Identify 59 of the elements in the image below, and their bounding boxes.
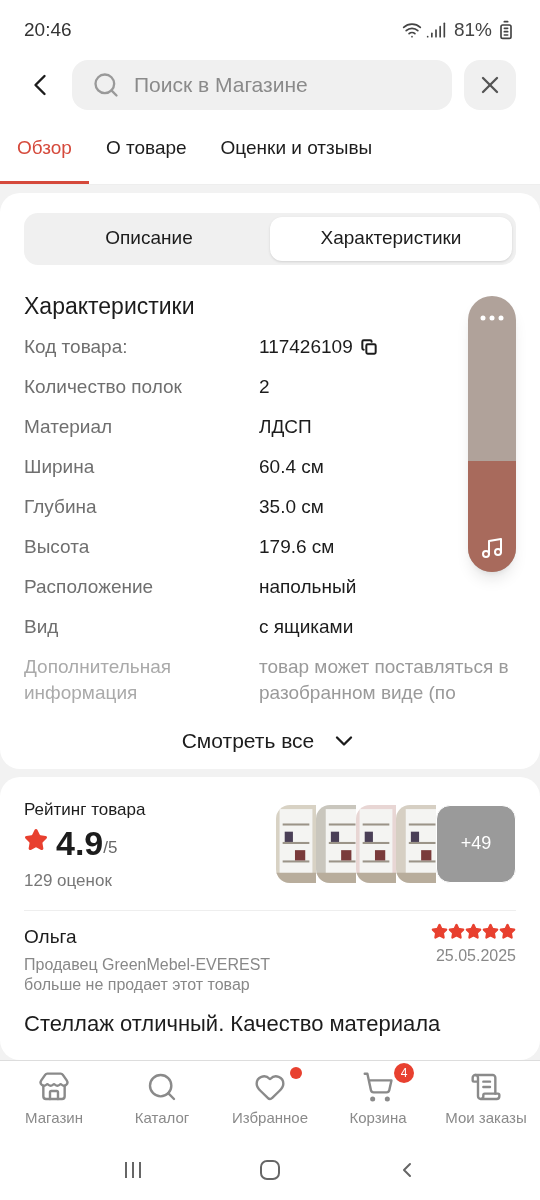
spec-value: 179.6 см <box>259 535 335 559</box>
section-title: Характеристики <box>24 291 195 321</box>
segment-tab[interactable]: Описание <box>28 216 270 261</box>
spec-label: Вид <box>24 615 60 639</box>
review-date: 25.05.2025 <box>435 945 516 966</box>
spec-value: ЛДСП <box>259 415 312 439</box>
spec-label: Материал <box>24 415 114 439</box>
spec-label: Глубина <box>24 495 98 519</box>
spec-value: 2 <box>259 375 270 399</box>
star-icon <box>24 828 48 852</box>
spec-label: Ширина <box>24 455 96 479</box>
spec-value: 60.4 см <box>259 455 324 479</box>
cart-count-badge: 4 <box>394 1063 414 1084</box>
spec-value: товар может поставляться в разобранном виде (по <box>259 655 510 705</box>
signal-icon <box>425 20 446 40</box>
review-author: Ольга <box>24 924 78 949</box>
spec-label: Дополнительная информация <box>24 655 173 705</box>
music-icon <box>480 535 504 560</box>
rating-count: 129 оценок <box>24 870 113 892</box>
show-all-button[interactable]: Смотреть все <box>24 713 516 769</box>
volume-slider[interactable] <box>468 295 516 572</box>
tab[interactable]: Оценки и отзывы <box>203 122 390 184</box>
wifi-icon <box>401 20 422 40</box>
spec-label: Высота <box>24 535 91 559</box>
star-icon <box>482 922 499 940</box>
spec-label: Количество полок <box>24 375 183 399</box>
nav-tab[interactable]: Мои заказы <box>432 1061 540 1140</box>
close-button[interactable] <box>464 60 516 110</box>
star-icon <box>499 922 516 940</box>
spec-value: напольный <box>259 575 357 599</box>
star-icon <box>448 922 465 940</box>
spec-label: Расположение <box>24 575 155 599</box>
tab[interactable]: О товаре <box>88 122 204 184</box>
spec-value: с ящиками <box>259 615 354 639</box>
home-icon[interactable] <box>258 1158 282 1182</box>
review-text: Стеллаж отличный. Качество материала <box>24 1010 442 1038</box>
search-field[interactable]: Поиск в Магазине <box>72 60 452 110</box>
nav-tab[interactable]: Магазин <box>0 1061 108 1140</box>
nav-tab[interactable]: 4 Корзина <box>324 1061 432 1140</box>
spec-value: 117426109 <box>259 335 353 359</box>
rating-score: 4.9 <box>56 826 104 860</box>
spec-label: Код товара: <box>24 335 129 359</box>
review-note: Продавец GreenMebel-EVEREST больше не продает этот товар <box>24 955 271 995</box>
battery-level: 81% <box>453 17 492 42</box>
cart-icon <box>362 1071 394 1104</box>
nav-tab[interactable]: Избранное <box>216 1061 324 1140</box>
search-icon <box>92 71 120 99</box>
more-photos-tile[interactable]: +49 <box>436 804 516 883</box>
star-icon <box>465 922 482 940</box>
nav-tab[interactable]: Каталог <box>108 1061 216 1140</box>
spec-value: 35.0 см <box>259 495 324 519</box>
rating-scale: /5 <box>103 837 118 859</box>
more-icon <box>480 313 504 322</box>
star-icon <box>431 922 448 940</box>
rating-title: Рейтинг товара <box>24 798 146 821</box>
segment-tab[interactable]: Характеристики <box>270 216 512 261</box>
more-photos-count: +49 <box>460 832 492 855</box>
copy-icon[interactable] <box>360 339 377 355</box>
status-time: 20:46 <box>24 17 72 42</box>
